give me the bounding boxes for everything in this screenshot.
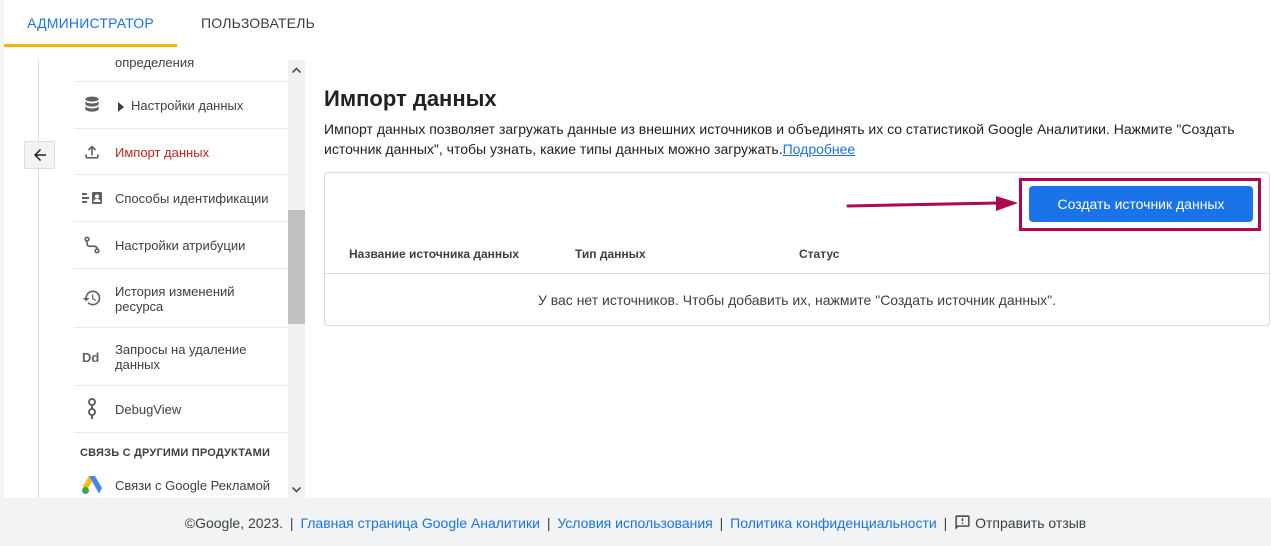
rail-divider — [38, 60, 39, 498]
upload-icon — [80, 140, 104, 164]
footer-separator: | — [289, 515, 294, 531]
admin-sidebar: определения Настройки данных Импорт данн… — [74, 47, 288, 498]
feedback-label: Отправить отзыв — [975, 515, 1087, 531]
footer-separator: | — [546, 515, 551, 531]
sidebar-item-data-import[interactable]: Импорт данных — [74, 129, 288, 175]
debug-icon — [80, 397, 104, 421]
footer-separator: | — [719, 515, 724, 531]
history-icon — [80, 286, 104, 310]
top-tabs: АДМИНИСТРАТОР ПОЛЬЗОВАТЕЛЬ — [4, 0, 1271, 47]
sidebar-item-definitions[interactable]: определения — [74, 47, 288, 82]
annotation-arrow — [846, 196, 1018, 211]
sidebar-item-attribution[interactable]: Настройки атрибуции — [74, 222, 288, 269]
data-sources-card: Создать источник данных Название источни… — [324, 172, 1270, 326]
scroll-down-icon[interactable] — [291, 484, 302, 495]
sidebar-item-data-settings[interactable]: Настройки данных — [74, 82, 288, 129]
sidebar-item-label: Настройки атрибуции — [115, 238, 246, 253]
column-header-status[interactable]: Статус — [799, 247, 839, 261]
sidebar-item-label: История изменений ресурса — [115, 284, 235, 314]
tab-admin[interactable]: АДМИНИСТРАТОР — [4, 0, 177, 47]
sidebar-item-change-history[interactable]: История изменений ресурса — [74, 269, 288, 328]
sidebar-item-label: определения — [115, 55, 195, 70]
footer-link-terms[interactable]: Условия использования — [557, 515, 712, 531]
attribution-icon — [80, 233, 104, 257]
caret-right-icon — [117, 99, 125, 117]
sidebar-item-deletion-requests[interactable]: Dd Запросы на удаление данных — [74, 328, 288, 386]
sidebar-item-debugview[interactable]: DebugView — [74, 386, 288, 433]
sidebar-item-google-ads-links[interactable]: Связи с Google Рекламой — [74, 467, 288, 498]
page-footer: ©Google, 2023. | Главная страница Google… — [0, 514, 1271, 531]
scroll-up-icon[interactable] — [291, 65, 302, 76]
send-feedback-button[interactable]: Отправить отзыв — [954, 515, 1086, 531]
empty-state-message: У вас нет источников. Чтобы добавить их,… — [537, 292, 1057, 308]
description-text: Импорт данных позволяет загружать данные… — [324, 121, 1235, 157]
page-title: Импорт данных — [324, 86, 497, 111]
id-icon — [80, 186, 104, 210]
sidebar-item-label: DebugView — [115, 402, 182, 417]
column-header-type[interactable]: Тип данных — [575, 247, 646, 261]
page-description: Импорт данных позволяет загружать данные… — [324, 119, 1244, 159]
sidebar-item-label: Связи с Google Рекламой — [115, 478, 271, 493]
arrow-left-icon — [33, 149, 46, 161]
app-window: АДМИНИСТРАТОР ПОЛЬЗОВАТЕЛЬ определения Н… — [4, 0, 1271, 498]
create-data-source-button[interactable]: Создать источник данных — [1029, 186, 1253, 222]
section-title-product-links: СВЯЗЬ С ДРУГИМИ ПРОДУКТАМИ — [80, 447, 271, 459]
sidebar-item-label: Настройки данных — [131, 98, 244, 113]
back-button[interactable] — [24, 141, 55, 169]
sidebar-scrollbar[interactable] — [288, 60, 305, 498]
feedback-icon — [955, 515, 970, 530]
column-header-name[interactable]: Название источника данных — [349, 247, 519, 261]
footer-separator: | — [943, 515, 948, 531]
database-icon — [80, 93, 104, 117]
learn-more-link[interactable]: Подробнее — [783, 141, 856, 157]
tab-user[interactable]: ПОЛЬЗОВАТЕЛЬ — [177, 0, 339, 47]
table-divider — [325, 273, 1269, 274]
copyright-text: ©Google, 2023. — [184, 515, 284, 531]
footer-link-privacy[interactable]: Политика конфиденциальности — [730, 515, 937, 531]
footer-link-analytics-home[interactable]: Главная страница Google Аналитики — [300, 515, 539, 531]
svg-text:Dd: Dd — [82, 350, 99, 365]
dd-icon: Dd — [80, 345, 104, 369]
sidebar-item-label: Импорт данных — [115, 145, 210, 160]
google-ads-icon — [80, 473, 104, 497]
scrollbar-thumb[interactable] — [288, 210, 305, 324]
sidebar-item-label: Способы идентификации — [115, 191, 269, 206]
sidebar-item-label: Запросы на удаление данных — [115, 342, 247, 372]
sidebar-item-identity[interactable]: Способы идентификации — [74, 175, 288, 222]
